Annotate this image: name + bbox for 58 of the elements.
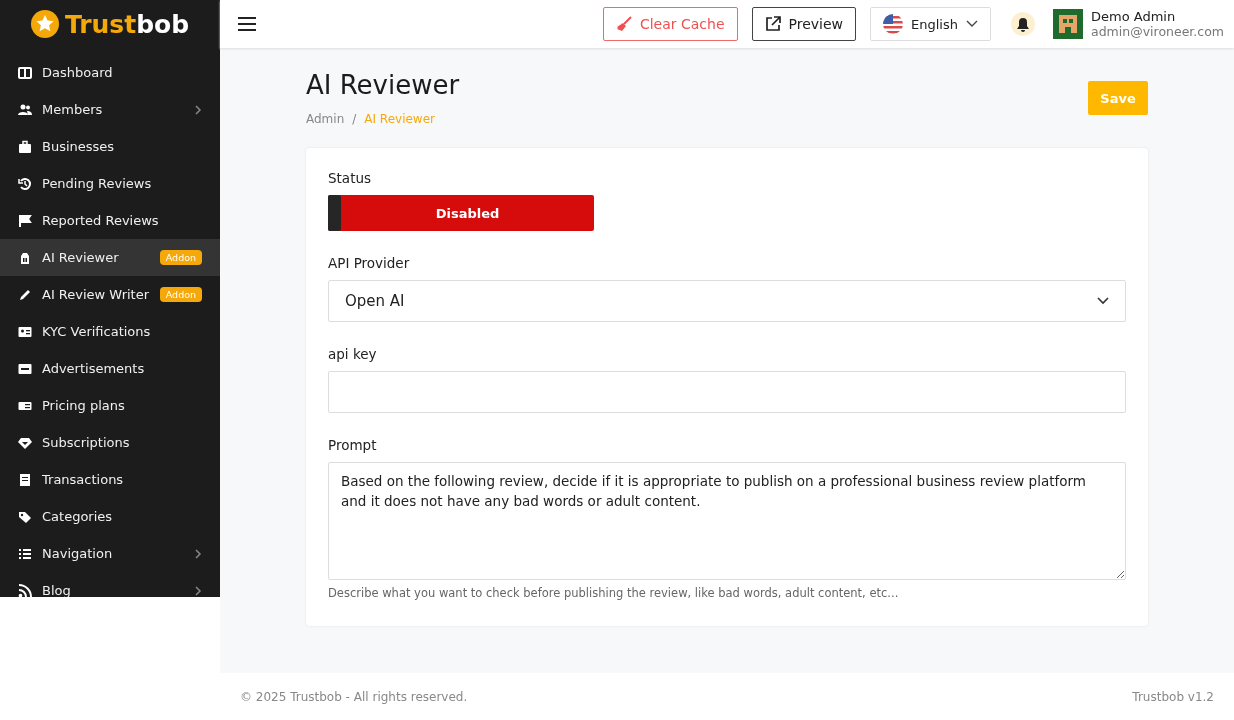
menu-item-icon bbox=[18, 361, 32, 376]
menu-item-icon bbox=[18, 287, 32, 302]
field-label: api key bbox=[328, 346, 378, 362]
sidebar-item[interactable]: KYC Verifications bbox=[0, 313, 220, 350]
menu-item-icon bbox=[18, 213, 32, 228]
sidebar-item[interactable]: Businesses bbox=[0, 128, 220, 165]
sidebar-item[interactable]: Navigation bbox=[0, 535, 220, 572]
version-text: Trustbob v1.2 bbox=[1132, 689, 1214, 704]
help-text: Describe what you want to check before publishing the review, like bad words, adult content, etc... bbox=[328, 586, 900, 600]
menu-item-icon bbox=[18, 102, 32, 117]
sidebar-item[interactable]: Members bbox=[0, 91, 220, 128]
broom-icon bbox=[615, 16, 632, 32]
copyright-text: © 2025 Trustbob - All rights reserved. bbox=[240, 689, 468, 704]
provider-select[interactable]: Open AI bbox=[328, 280, 1126, 322]
sidebar-item[interactable]: Reported Reviews bbox=[0, 202, 220, 239]
user-name: Demo Admin bbox=[1091, 9, 1177, 24]
addon-badge: Addon bbox=[159, 287, 202, 302]
field-label: API Provider bbox=[328, 255, 411, 271]
menu-item-icon bbox=[18, 324, 32, 339]
sidebar-item[interactable]: Subscriptions bbox=[0, 424, 220, 461]
sidebar-item[interactable]: Blog bbox=[0, 572, 220, 597]
page-title: AI Reviewer bbox=[306, 70, 460, 100]
breadcrumb-separator: / bbox=[352, 112, 357, 126]
sidebar-item[interactable]: Dashboard bbox=[0, 54, 220, 91]
sidebar-item[interactable]: Advertisements bbox=[0, 350, 220, 387]
brand-name: Trustbob bbox=[64, 9, 190, 39]
external-link-icon bbox=[764, 16, 781, 32]
preview-button[interactable]: Preview bbox=[751, 7, 857, 41]
menu-item-icon bbox=[18, 472, 32, 487]
menu-item-icon bbox=[18, 546, 32, 561]
bell-icon[interactable] bbox=[1011, 12, 1035, 36]
menu-item-icon bbox=[18, 509, 32, 524]
status-toggle[interactable]: Disabled bbox=[328, 195, 594, 231]
us-flag-icon bbox=[883, 14, 904, 34]
menu-item-icon bbox=[18, 250, 32, 265]
sidebar-item[interactable]: AI Reviewer Addon bbox=[0, 239, 220, 276]
menu-item-icon bbox=[18, 139, 32, 154]
menu-item-icon bbox=[18, 65, 32, 80]
sidebar-item[interactable]: Categories bbox=[0, 498, 220, 535]
menu-item-icon bbox=[18, 176, 32, 191]
prompt-textarea[interactable]: Based on the following review, decide if it is appropriate to publish on a professional business review platform and it does not have any bad words or adult content. bbox=[328, 462, 1126, 580]
menu-icon[interactable] bbox=[238, 17, 256, 31]
pixel-avatar-icon[interactable] bbox=[1053, 9, 1083, 39]
menu-item-icon bbox=[18, 583, 32, 597]
sidebar-item[interactable]: Pending Reviews bbox=[0, 165, 220, 202]
user-email: admin@vironeer.com bbox=[1091, 24, 1224, 39]
clear-cache-button[interactable]: Clear Cache bbox=[602, 7, 738, 41]
sidebar-item[interactable]: Pricing plans bbox=[0, 387, 220, 424]
field-label: Prompt bbox=[328, 437, 378, 453]
language-dropdown[interactable]: English bbox=[870, 7, 991, 41]
sidebar-item[interactable]: Transactions bbox=[0, 461, 220, 498]
star-logo-icon bbox=[30, 10, 59, 38]
chevron-down-icon bbox=[966, 20, 978, 28]
sidebar-item[interactable]: AI Review Writer Addon bbox=[0, 276, 220, 313]
chevron-down-icon bbox=[1097, 297, 1109, 305]
menu-item-icon bbox=[18, 435, 32, 450]
field-label: Status bbox=[328, 170, 373, 186]
addon-badge: Addon bbox=[159, 250, 202, 265]
